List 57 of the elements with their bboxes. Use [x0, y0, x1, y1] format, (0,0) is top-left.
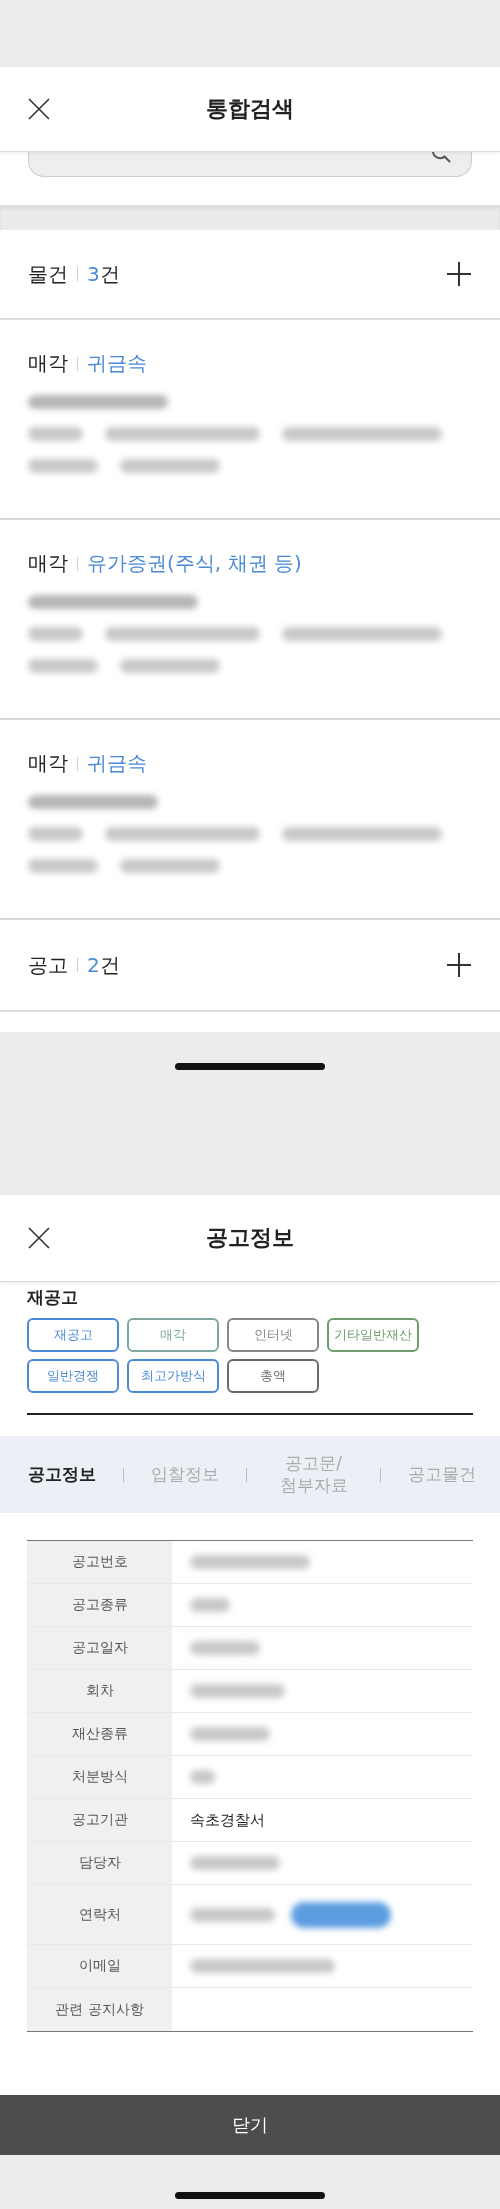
- row-label: 공고종류: [27, 1584, 172, 1626]
- section-header[interactable]: 물건 3건: [0, 230, 500, 320]
- page-title: 공고정보: [206, 1224, 294, 1252]
- close-icon: [26, 1225, 52, 1251]
- blurred-text: [28, 827, 83, 841]
- expand-button[interactable]: [446, 952, 472, 978]
- row-label: 공고일자: [27, 1627, 172, 1669]
- sale-type: 매각: [28, 350, 68, 377]
- row-label: 공고번호: [27, 1541, 172, 1583]
- blurred-text: [28, 427, 83, 441]
- tag: 매각: [127, 1318, 219, 1352]
- blurred-text: [190, 1598, 230, 1612]
- row-value: 속초경찰서: [190, 1810, 265, 1830]
- blurred-text: [190, 1641, 260, 1655]
- item-category: 귀금속: [87, 750, 147, 777]
- notice-heading: 재공고: [27, 1286, 79, 1308]
- page-title: 통합검색: [206, 95, 294, 123]
- row-label: 처분방식: [27, 1756, 172, 1798]
- row-label: 공고기관: [27, 1799, 172, 1841]
- row-label: 재산종류: [27, 1713, 172, 1755]
- tag: 인터넷: [227, 1318, 319, 1352]
- section-label: 물건: [28, 260, 68, 288]
- item-category: 유가증권(주식, 채권 등): [87, 550, 302, 577]
- sale-type: 매각: [28, 550, 68, 577]
- blurred-text: [28, 659, 98, 673]
- blurred-text: [190, 1770, 215, 1784]
- tag: 최고가방식: [127, 1359, 219, 1393]
- close-icon: [26, 96, 52, 122]
- blurred-text: [28, 859, 98, 873]
- blurred-text: [28, 627, 83, 641]
- plus-icon: [446, 952, 472, 978]
- item-category: 귀금속: [87, 350, 147, 377]
- sale-type: 매각: [28, 750, 68, 777]
- blurred-text: [28, 459, 98, 473]
- tag: 일반경쟁: [27, 1359, 119, 1393]
- expand-button[interactable]: [446, 261, 472, 287]
- row-label: 담당자: [27, 1842, 172, 1884]
- result-card[interactable]: 매각 귀금속: [0, 320, 500, 520]
- close-button[interactable]: [26, 1225, 52, 1251]
- search-field[interactable]: [28, 152, 472, 177]
- tab[interactable]: 공고정보: [28, 1463, 96, 1486]
- result-card[interactable]: 매각 귀금속: [0, 720, 500, 920]
- row-label: 연락처: [27, 1885, 172, 1944]
- section-label: 공고: [28, 951, 68, 979]
- plus-icon: [446, 261, 472, 287]
- result-count: 3건: [87, 260, 120, 288]
- row-label: 관련 공지사항: [27, 1988, 172, 2031]
- close-button[interactable]: 닫기: [0, 2095, 500, 2155]
- row-label: 이메일: [27, 1945, 172, 1987]
- row-label: 회차: [27, 1670, 172, 1712]
- tag: 기타일반재산: [327, 1318, 419, 1352]
- result-card[interactable]: 매각 유가증권(주식, 채권 등): [0, 520, 500, 720]
- section-header[interactable]: 공고 2건: [0, 920, 500, 1012]
- result-count: 2건: [87, 951, 120, 979]
- close-button[interactable]: [26, 96, 52, 122]
- tag: 총액: [227, 1359, 319, 1393]
- tag: 재공고: [27, 1318, 119, 1352]
